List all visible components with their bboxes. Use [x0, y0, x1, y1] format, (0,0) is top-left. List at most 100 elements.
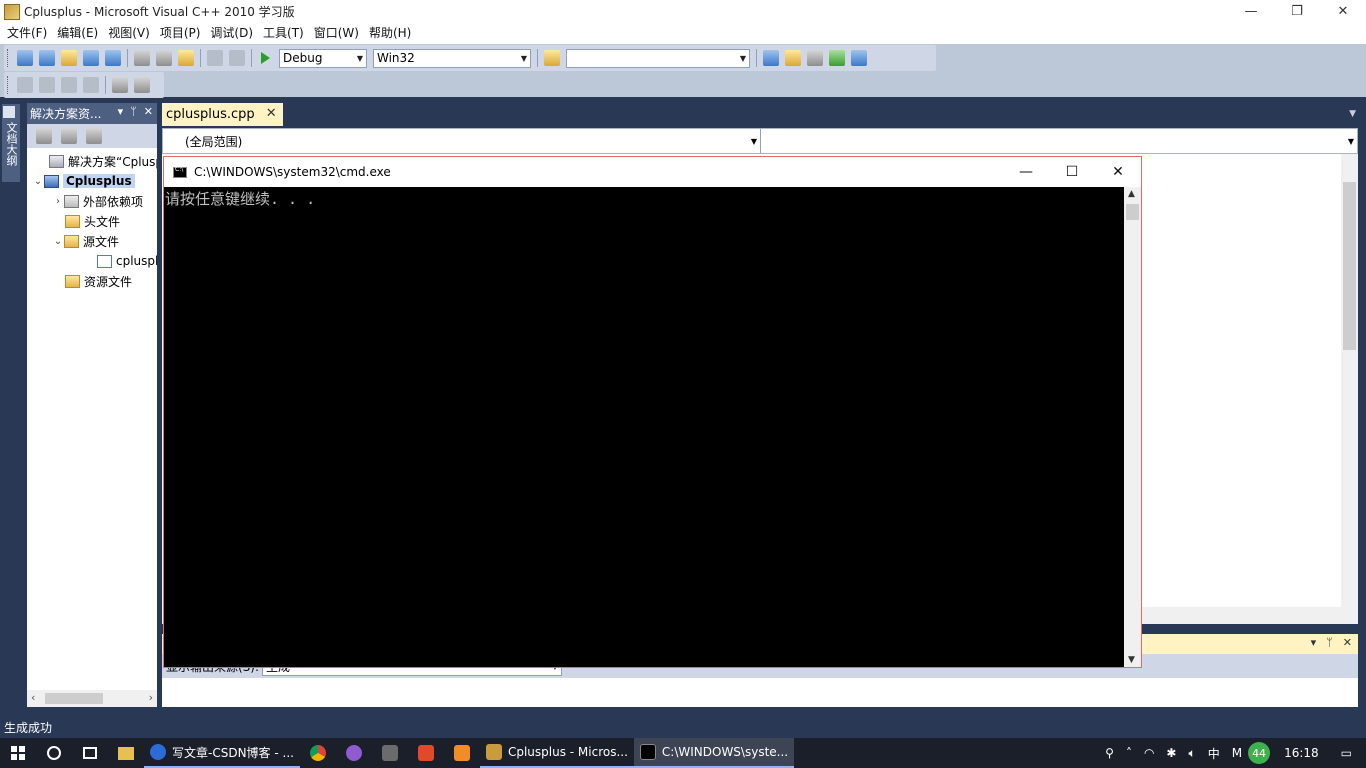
search-button[interactable]	[36, 738, 72, 768]
panel-close-icon[interactable]: ✕	[1343, 636, 1352, 649]
pin-icon[interactable]: ᛘ	[130, 105, 137, 118]
tree-item-external-dependencies[interactable]: › 外部依赖项	[52, 191, 143, 211]
solution-explorer-icon[interactable]	[763, 50, 779, 66]
new-project-icon[interactable]	[17, 50, 33, 66]
scrollbar-thumb[interactable]	[1126, 204, 1139, 220]
taskbar-item-cmd[interactable]: C:\WINDOWS\syste...	[633, 738, 795, 768]
scrollbar-thumb[interactable]	[1343, 182, 1356, 350]
cmd-minimize-button[interactable]: —	[1003, 157, 1049, 187]
toolbar-grip[interactable]	[7, 76, 10, 94]
tree-expander[interactable]: ⌄	[32, 176, 44, 187]
start-button[interactable]	[0, 738, 36, 768]
solution-config-select[interactable]: Debug ▼	[279, 48, 367, 68]
show-all-files-icon[interactable]	[61, 128, 77, 144]
save-all-icon[interactable]	[105, 50, 121, 66]
uncomment-icon[interactable]	[134, 77, 150, 93]
cmd-window[interactable]: C:\WINDOWS\system32\cmd.exe — ☐ ✕ 请按任意键继…	[163, 156, 1142, 668]
taskbar-item-sublime[interactable]	[444, 738, 480, 768]
redo-icon[interactable]	[229, 50, 245, 66]
open-file-icon[interactable]	[61, 50, 77, 66]
menu-view[interactable]: 视图(V)	[103, 23, 155, 44]
undo-icon[interactable]	[207, 50, 223, 66]
panel-menu-icon[interactable]: ▾	[118, 105, 124, 118]
find-combo[interactable]: ▼	[566, 48, 750, 68]
tree-item-source-files[interactable]: ⌄ 源文件	[52, 231, 119, 251]
properties-icon[interactable]	[36, 128, 52, 144]
clock[interactable]: 16:18	[1284, 746, 1319, 760]
network-icon[interactable]: ◠	[1144, 746, 1154, 760]
scroll-left-icon[interactable]: ‹	[31, 691, 35, 704]
cmd-console-output[interactable]: 请按任意键继续. . .	[164, 187, 1124, 667]
pin-icon[interactable]: ᛘ	[1326, 636, 1333, 649]
volume-icon[interactable]: 🔈︎	[1188, 746, 1195, 761]
ime-indicator[interactable]: 中	[1208, 745, 1220, 762]
taskbar-item-vcpp[interactable]: Cplusplus - Micros...	[479, 738, 634, 768]
start-debugging-icon[interactable]	[261, 52, 270, 64]
toolbox-icon[interactable]	[807, 50, 823, 66]
menu-debug[interactable]: 调试(D)	[205, 23, 258, 44]
file-explorer-button[interactable]	[108, 738, 144, 768]
comment-icon[interactable]	[112, 77, 128, 93]
tree-item-solution[interactable]: 解决方案“Cplusplus”	[37, 151, 157, 171]
restore-button[interactable]: ❐	[1274, 0, 1320, 23]
parameter-info-icon[interactable]	[39, 77, 55, 93]
cmd-title-bar[interactable]: C:\WINDOWS\system32\cmd.exe — ☐ ✕	[164, 157, 1141, 187]
taskbar-item-hbuilder[interactable]	[408, 738, 444, 768]
bluetooth-icon[interactable]: ✱	[1166, 746, 1176, 760]
menu-edit[interactable]: 编辑(E)	[52, 23, 103, 44]
extension-manager-icon[interactable]	[851, 50, 867, 66]
quick-info-icon[interactable]	[61, 77, 77, 93]
copy-icon[interactable]	[156, 50, 172, 66]
toolbar-grip[interactable]	[7, 49, 10, 67]
cut-icon[interactable]	[134, 50, 150, 66]
menu-tools[interactable]: 工具(T)	[258, 23, 309, 44]
app-tray-icon[interactable]: M	[1232, 746, 1242, 760]
scroll-down-icon[interactable]: ▼	[1128, 655, 1135, 665]
member-list-icon[interactable]	[17, 77, 33, 93]
add-item-icon[interactable]	[39, 50, 55, 66]
tree-item-header-files[interactable]: 头文件	[65, 211, 120, 231]
tree-item-project[interactable]: ⌄ Cplusplus	[32, 171, 135, 191]
menu-help[interactable]: 帮助(H)	[364, 23, 416, 44]
people-icon[interactable]: ⚲	[1105, 746, 1114, 760]
start-page-icon[interactable]	[829, 50, 845, 66]
tree-expander[interactable]: ›	[52, 196, 64, 207]
paste-icon[interactable]	[178, 50, 194, 66]
menu-window[interactable]: 窗口(W)	[309, 23, 364, 44]
show-hidden-icons-icon[interactable]: ˄	[1126, 746, 1132, 760]
save-icon[interactable]	[83, 50, 99, 66]
panel-close-icon[interactable]: ✕	[144, 105, 153, 118]
solution-explorer-hscrollbar[interactable]: ‹ ›	[27, 690, 157, 707]
scroll-right-icon[interactable]: ›	[149, 691, 153, 704]
task-view-button[interactable]	[72, 738, 108, 768]
tree-item-resource-files[interactable]: 资源文件	[65, 271, 132, 291]
solution-platform-select[interactable]: Win32 ▼	[373, 48, 531, 68]
tab-close-icon[interactable]: ✕	[266, 106, 277, 121]
member-dropdown[interactable]: ▼	[761, 129, 1357, 153]
taskbar-item-app-purple[interactable]	[336, 738, 372, 768]
taskbar-item-chrome[interactable]	[300, 738, 336, 768]
cmd-maximize-button[interactable]: ☐	[1049, 157, 1095, 187]
tree-expander[interactable]: ⌄	[52, 236, 64, 247]
view-class-diagram-icon[interactable]	[86, 128, 102, 144]
find-in-files-icon[interactable]	[544, 50, 560, 66]
taskbar-item-csdn[interactable]: 写文章-CSDN博客 - ...	[144, 738, 300, 768]
notifications-icon[interactable]: ▭	[1341, 746, 1352, 760]
scroll-up-icon[interactable]: ▲	[1128, 189, 1135, 199]
scrollbar-thumb[interactable]	[45, 693, 103, 704]
close-button[interactable]: ✕	[1320, 0, 1366, 23]
panel-menu-icon[interactable]: ▾	[1311, 636, 1317, 649]
tray-badge[interactable]: 44	[1248, 742, 1271, 764]
cmd-vscrollbar[interactable]: ▲ ▼	[1124, 187, 1141, 667]
menu-project[interactable]: 项目(P)	[155, 23, 206, 44]
scope-dropdown[interactable]: (全局范围) ▼	[163, 129, 761, 153]
minimize-button[interactable]: —	[1228, 0, 1274, 23]
properties-icon[interactable]	[785, 50, 801, 66]
menu-file[interactable]: 文件(F)	[2, 23, 52, 44]
tab-list-dropdown-icon[interactable]: ▼	[1349, 109, 1356, 119]
taskbar-item-app-gray[interactable]	[372, 738, 408, 768]
editor-hscrollbar[interactable]	[1138, 607, 1341, 624]
tree-item-cpp-file[interactable]: cplusplus.cpp	[97, 251, 157, 271]
tab-cplusplus-cpp[interactable]: cplusplus.cpp ✕	[162, 103, 283, 126]
editor-vscrollbar[interactable]	[1341, 154, 1358, 624]
